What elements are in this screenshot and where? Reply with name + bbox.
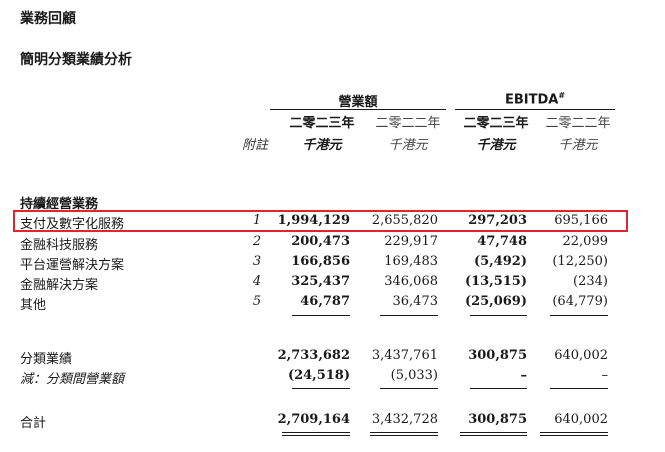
ebitda-year-prior: 二零二二年 xyxy=(545,116,611,131)
section-heading: 業務回顧 xyxy=(20,11,76,27)
row-label: 減：分類間營業額 xyxy=(20,372,125,387)
revenue-group-header: 營業額 xyxy=(338,95,378,110)
subtotal-rule xyxy=(470,388,527,389)
rev-2022-cell: 3,432,728 xyxy=(371,412,438,427)
rev-year-current: 二零二三年 xyxy=(289,116,355,131)
ebitda-2022-cell: 22,099 xyxy=(562,234,609,249)
highlight-box xyxy=(13,210,628,232)
ebitda-2022-cell: – xyxy=(601,368,609,383)
row-note: 3 xyxy=(252,254,262,269)
rev-2023-cell: 2,733,682 xyxy=(277,348,350,363)
segment-results-row: 分類業績 2,733,682 3,437,761 300,875 640,002 xyxy=(0,346,665,367)
ebitda-2023-cell: 47,748 xyxy=(477,234,527,249)
ebitda-2023-cell: 300,875 xyxy=(468,412,527,427)
row-label: 金融科技服務 xyxy=(20,238,99,253)
ebitda-2022-cell: (234) xyxy=(573,274,608,289)
row-label: 金融解決方案 xyxy=(20,278,99,293)
table-row: 其他 5 46,787 36,473 (25,069) (64,779) xyxy=(0,292,665,313)
ebitda-group-header: EBITDA# xyxy=(455,91,615,107)
rev-unit-current: 千港元 xyxy=(302,138,342,153)
rev-2023-cell: 166,856 xyxy=(291,254,350,269)
total-double-rule xyxy=(282,432,350,436)
ebitda-2023-cell: 300,875 xyxy=(468,348,527,363)
row-note: 5 xyxy=(252,294,262,309)
rev-2022-cell: 36,473 xyxy=(392,294,439,309)
ebitda-2023-cell: – xyxy=(520,368,528,383)
subtotal-rule xyxy=(550,388,608,389)
ebitda-unit-prior: 千港元 xyxy=(558,138,598,153)
total-double-rule xyxy=(540,432,608,436)
subtotal-rule xyxy=(380,315,438,316)
rev-2023-cell: (24,518) xyxy=(287,368,350,383)
rev-2023-cell: 200,473 xyxy=(291,234,350,249)
ebitda-2023-cell: (13,515) xyxy=(464,274,527,289)
subtotal-rule xyxy=(550,315,608,316)
ebitda-unit-current: 千港元 xyxy=(476,138,516,153)
row-note: 4 xyxy=(252,274,262,289)
total-double-rule xyxy=(370,432,438,436)
row-label: 其他 xyxy=(20,298,47,313)
rev-year-prior: 二零二二年 xyxy=(375,116,441,131)
row-note: 2 xyxy=(252,234,262,249)
total-row: 合計 2,709,164 3,432,728 300,875 640,002 xyxy=(0,410,665,431)
row-label: 分類業績 xyxy=(20,352,73,367)
ebitda-2022-cell: 640,002 xyxy=(554,348,608,363)
row-label: 合計 xyxy=(20,416,47,431)
ebitda-2022-cell: 640,002 xyxy=(554,412,608,427)
ebitda-2023-cell: (25,069) xyxy=(464,294,527,309)
subtotal-rule xyxy=(292,315,350,316)
rev-2022-cell: 169,483 xyxy=(384,254,438,269)
rev-2022-cell: 229,917 xyxy=(384,234,438,249)
ebitda-header-rule xyxy=(455,109,615,110)
table-row: 金融解決方案 4 325,437 346,068 (13,515) (234) xyxy=(0,272,665,293)
ebitda-2023-cell: (5,492) xyxy=(473,254,527,269)
rev-unit-prior: 千港元 xyxy=(388,138,428,153)
rev-2023-cell: 2,709,164 xyxy=(277,412,350,427)
rev-2022-cell: 3,437,761 xyxy=(371,348,438,363)
less-intersegment-row: 減：分類間營業額 (24,518) (5,033) – – xyxy=(0,366,665,387)
table-row: 金融科技服務 2 200,473 229,917 47,748 22,099 xyxy=(0,232,665,253)
total-double-rule xyxy=(460,432,527,436)
rev-2022-cell: 346,068 xyxy=(384,274,438,289)
ebitda-footnote-mark: # xyxy=(558,91,566,100)
row-label: 平台運營解決方案 xyxy=(20,258,125,273)
table-title: 簡明分類業績分析 xyxy=(20,52,132,68)
ebitda-2022-cell: (64,779) xyxy=(552,294,608,309)
ebitda-2022-cell: (12,250) xyxy=(552,254,608,269)
subtotal-rule xyxy=(470,315,527,316)
rev-2023-cell: 325,437 xyxy=(291,274,350,289)
note-column-header: 附註 xyxy=(242,138,269,153)
ebitda-label: EBITDA xyxy=(504,92,559,108)
revenue-header-rule xyxy=(270,109,446,110)
rev-2023-cell: 46,787 xyxy=(300,294,350,309)
subtotal-rule xyxy=(292,388,350,389)
rev-2022-cell: (5,033) xyxy=(390,368,438,383)
subtotal-rule xyxy=(380,388,438,389)
table-row: 平台運營解決方案 3 166,856 169,483 (5,492) (12,2… xyxy=(0,252,665,273)
ebitda-year-current: 二零二三年 xyxy=(463,116,529,131)
